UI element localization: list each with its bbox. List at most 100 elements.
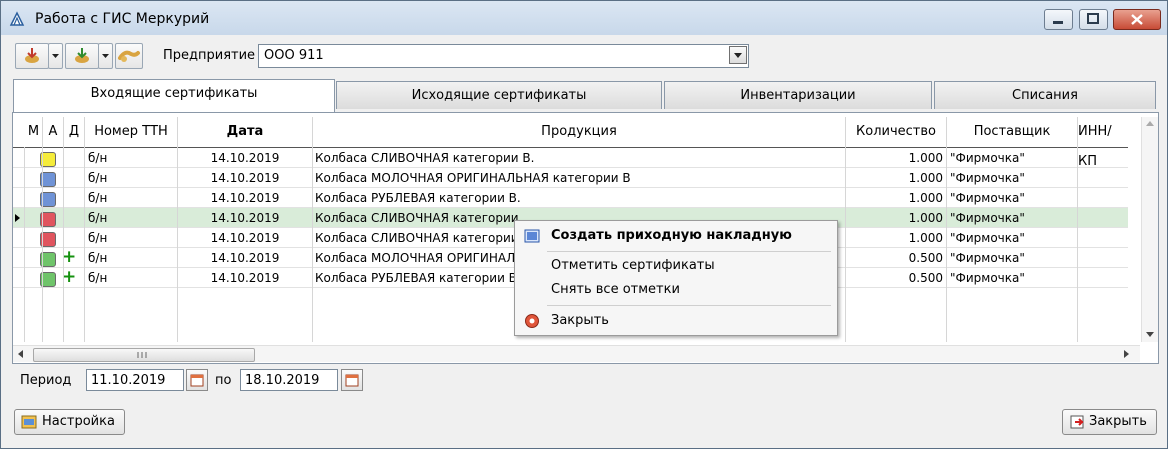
settings-icon bbox=[21, 415, 37, 429]
export-dropdown-button[interactable] bbox=[98, 43, 113, 69]
cell-quantity: 1.000 bbox=[908, 171, 943, 185]
settings-button[interactable]: Настройка bbox=[14, 409, 125, 435]
column-header-quantity[interactable]: Количество bbox=[846, 117, 947, 147]
cell-date: 14.10.2019 bbox=[210, 191, 280, 205]
cell-quantity: 0.500 bbox=[908, 251, 943, 265]
column-header-ttn[interactable]: Номер ТТН bbox=[85, 117, 178, 147]
minimize-button[interactable] bbox=[1044, 9, 1073, 30]
horizontal-scroll-thumb[interactable] bbox=[33, 348, 255, 362]
row-indicator-icon bbox=[15, 214, 20, 222]
grid-line bbox=[42, 147, 43, 342]
column-header-date[interactable]: Дата bbox=[178, 117, 313, 147]
cell-ttn: б/н bbox=[88, 191, 108, 205]
check-mark bbox=[62, 207, 76, 227]
horizontal-scrollbar[interactable] bbox=[13, 345, 1140, 362]
cell-date: 14.10.2019 bbox=[210, 171, 280, 185]
close-window-button[interactable] bbox=[1113, 9, 1161, 30]
invoice-icon bbox=[524, 229, 540, 243]
cell-product: Колбаса СЛИВОЧНАЯ категории В. bbox=[315, 151, 535, 165]
cell-date: 14.10.2019 bbox=[210, 271, 280, 285]
grid-line bbox=[312, 147, 313, 342]
period-from-field[interactable]: 11.10.2019 bbox=[86, 369, 184, 391]
cell-supplier: "Фирмочка" bbox=[950, 191, 1025, 205]
cell-ttn: б/н bbox=[88, 171, 108, 185]
chevron-down-icon bbox=[102, 54, 109, 58]
calendar-icon bbox=[190, 374, 204, 387]
menu-item-label: Отметить сертификаты bbox=[551, 258, 715, 273]
tab-label: Исходящие сертификаты bbox=[411, 88, 587, 103]
import-button[interactable] bbox=[15, 43, 49, 69]
table-row[interactable]: б/н 14.10.2019 Колбаса МОЛОЧНАЯ ОРИГИНАЛЬН… bbox=[13, 168, 1128, 188]
cell-ttn: б/н bbox=[88, 271, 108, 285]
tab-write-offs[interactable]: Списания bbox=[934, 81, 1156, 109]
column-header-supplier[interactable]: Поставщик bbox=[947, 117, 1078, 147]
menu-item-clear-marks[interactable]: Снять все отметки bbox=[515, 279, 837, 301]
cell-date: 14.10.2019 bbox=[210, 151, 280, 165]
enterprise-dropdown-button[interactable] bbox=[729, 46, 747, 64]
tab-outgoing-certificates[interactable]: Исходящие сертификаты bbox=[336, 81, 662, 109]
column-header-a[interactable]: А bbox=[43, 117, 64, 147]
cell-quantity: 0.500 bbox=[908, 271, 943, 285]
menu-item-label: Закрыть bbox=[551, 313, 609, 328]
check-mark bbox=[62, 187, 76, 207]
download-icon bbox=[25, 48, 39, 63]
cell-quantity: 1.000 bbox=[908, 211, 943, 225]
grid-line bbox=[946, 147, 947, 342]
import-dropdown-button[interactable] bbox=[48, 43, 63, 69]
cell-date: 14.10.2019 bbox=[210, 251, 280, 265]
menu-separator bbox=[547, 251, 831, 252]
maximize-icon bbox=[1087, 13, 1099, 24]
cell-quantity: 1.000 bbox=[908, 191, 943, 205]
enterprise-select[interactable]: ООО 911 bbox=[258, 44, 749, 68]
menu-item-mark-certificates[interactable]: Отметить сертификаты bbox=[515, 255, 837, 277]
column-header-m[interactable]: М bbox=[25, 117, 43, 147]
vertical-scrollbar[interactable] bbox=[1141, 117, 1158, 342]
tab-inventory[interactable]: Инвентаризации bbox=[664, 81, 932, 109]
cell-quantity: 1.000 bbox=[908, 151, 943, 165]
handshake-button[interactable] bbox=[115, 43, 143, 69]
tab-label: Входящие сертификаты bbox=[90, 86, 258, 101]
close-circle-icon bbox=[525, 314, 539, 328]
menu-item-create-invoice[interactable]: Создать приходную накладную bbox=[515, 225, 837, 247]
export-button[interactable] bbox=[65, 43, 99, 69]
check-mark: + bbox=[62, 267, 77, 287]
scroll-right-icon bbox=[1124, 350, 1129, 358]
column-header-product[interactable]: Продукция bbox=[313, 117, 846, 147]
maximize-button[interactable] bbox=[1079, 9, 1108, 30]
close-button[interactable]: Закрыть bbox=[1062, 409, 1157, 435]
cell-ttn: б/н bbox=[88, 251, 108, 265]
period-to-field[interactable]: 18.10.2019 bbox=[240, 369, 338, 391]
grid-line bbox=[84, 147, 85, 342]
cell-supplier: "Фирмочка" bbox=[950, 151, 1025, 165]
settings-label: Настройка bbox=[42, 414, 115, 429]
cell-ttn: б/н bbox=[88, 211, 108, 225]
to-calendar-button[interactable] bbox=[341, 369, 363, 391]
grid-line bbox=[845, 147, 846, 342]
menu-separator bbox=[547, 305, 831, 306]
scroll-left-icon bbox=[18, 350, 23, 358]
cell-date: 14.10.2019 bbox=[210, 211, 280, 225]
table-row[interactable]: б/н 14.10.2019 Колбаса СЛИВОЧНАЯ категории… bbox=[13, 148, 1128, 168]
column-header-inn[interactable]: ИНН/КП bbox=[1078, 117, 1128, 169]
check-mark bbox=[62, 167, 76, 187]
enterprise-value: ООО 911 bbox=[264, 48, 324, 63]
close-label: Закрыть bbox=[1089, 414, 1147, 429]
menu-item-close[interactable]: Закрыть bbox=[515, 310, 837, 332]
column-header-d[interactable]: Д bbox=[64, 117, 85, 147]
grip-icon bbox=[137, 352, 147, 358]
period-from-value: 11.10.2019 bbox=[91, 373, 166, 388]
check-mark bbox=[62, 147, 76, 167]
window-title: Работа с ГИС Меркурий bbox=[35, 11, 210, 27]
chevron-down-icon bbox=[734, 53, 742, 58]
period-to-label: по bbox=[215, 373, 232, 388]
table-row[interactable]: б/н 14.10.2019 Колбаса РУБЛЕВАЯ категории … bbox=[13, 188, 1128, 208]
main-window: Работа с ГИС Меркурий Предприятие ООО 91… bbox=[0, 0, 1168, 449]
grid-line bbox=[24, 147, 25, 342]
download-green-icon bbox=[75, 48, 89, 63]
tab-incoming-certificates[interactable]: Входящие сертификаты bbox=[13, 79, 335, 112]
period-to-value: 18.10.2019 bbox=[245, 373, 320, 388]
title-bar: Работа с ГИС Меркурий bbox=[1, 1, 1167, 35]
close-icon bbox=[1131, 14, 1143, 25]
cell-supplier: "Фирмочка" bbox=[950, 231, 1025, 245]
from-calendar-button[interactable] bbox=[186, 369, 208, 391]
